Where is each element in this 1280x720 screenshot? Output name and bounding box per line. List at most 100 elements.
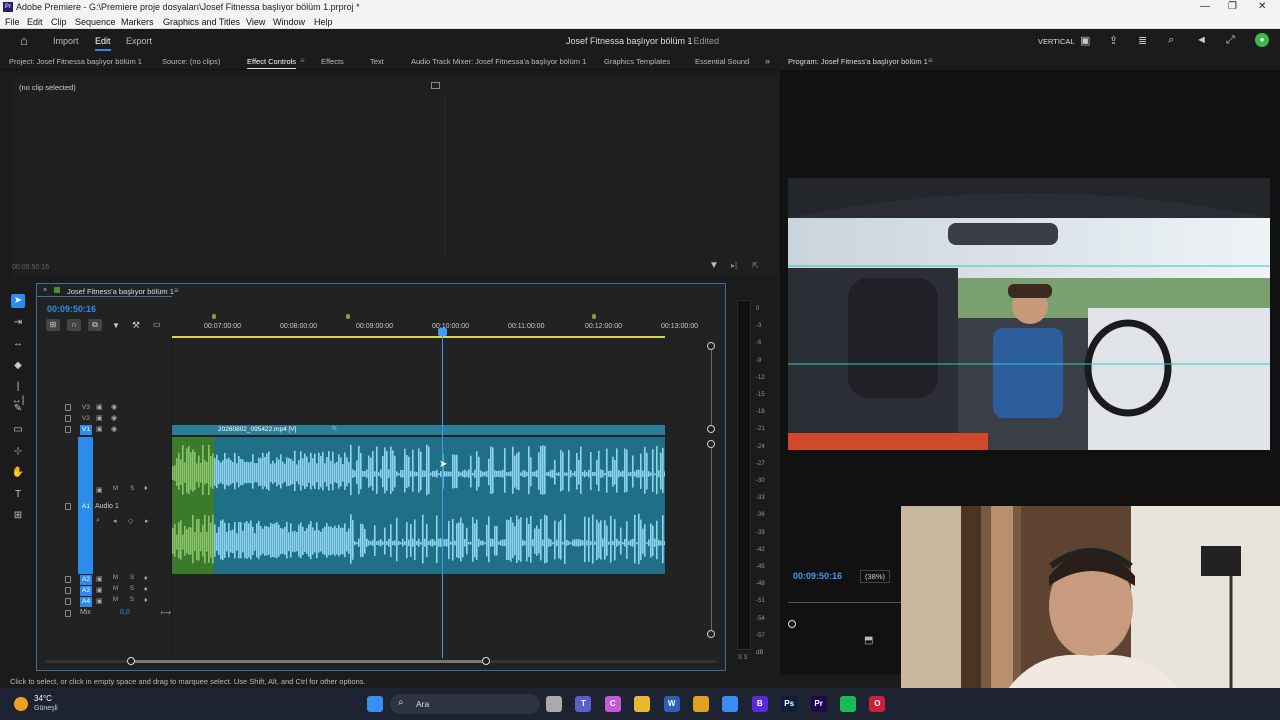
rectangle-tool-icon[interactable]: ▭: [11, 423, 25, 437]
scroll-handle[interactable]: [707, 342, 715, 350]
workspaces-icon[interactable]: ≣: [1138, 34, 1147, 47]
lock-icon[interactable]: [65, 610, 71, 617]
video-clip[interactable]: 20260802_095422.mp4 [V] fx: [172, 425, 665, 435]
lock-icon[interactable]: [65, 576, 71, 583]
hand-tool-icon[interactable]: ✋: [11, 466, 25, 480]
tab-graphics-templates[interactable]: Graphics Templates: [604, 57, 670, 66]
program-title[interactable]: Program: Josef Fitness'a başlıyor bölüm …: [788, 57, 928, 66]
menu-edit[interactable]: Edit: [27, 17, 43, 27]
zoom-select[interactable]: (38%): [860, 570, 891, 583]
tab-effects[interactable]: Effects: [321, 57, 344, 66]
restore-icon[interactable]: ❐: [1228, 1, 1237, 12]
fullscreen-icon[interactable]: ⤢: [1226, 34, 1235, 47]
nav-import[interactable]: Import: [53, 36, 79, 46]
scroll-handle[interactable]: [707, 440, 715, 448]
lock-icon[interactable]: [65, 426, 71, 433]
tab-essential-sound[interactable]: Essential Sound: [695, 57, 749, 66]
spotify-icon[interactable]: [840, 696, 856, 712]
lock-icon[interactable]: [65, 503, 71, 510]
track-label[interactable]: V1: [80, 425, 92, 435]
menu-markers[interactable]: Markers: [121, 17, 154, 27]
zoom-range[interactable]: [135, 660, 482, 663]
work-area-bar[interactable]: [172, 336, 665, 338]
menu-help[interactable]: Help: [314, 17, 333, 27]
track-select-tool-icon[interactable]: ⇥: [11, 316, 25, 330]
mix-value[interactable]: 0,0: [120, 609, 130, 616]
opera-icon[interactable]: O: [869, 696, 886, 712]
tab-source[interactable]: Source: (no clips): [162, 57, 220, 66]
nav-export[interactable]: Export: [126, 36, 152, 46]
add-marker-icon[interactable]: ▼: [112, 321, 120, 330]
settings-wrench-icon[interactable]: ⚒: [132, 320, 140, 331]
minimize-icon[interactable]: —: [1200, 1, 1210, 12]
solo-button[interactable]: S: [130, 586, 134, 592]
mute-button[interactable]: M: [113, 486, 118, 492]
playhead-handle[interactable]: [437, 328, 447, 336]
razor-tool-icon[interactable]: ◆: [11, 359, 25, 373]
lock-icon[interactable]: [65, 415, 71, 422]
type-tool-icon[interactable]: T: [11, 488, 25, 502]
selection-tool-icon[interactable]: ➤: [11, 294, 25, 308]
pan-tool-icon[interactable]: ⊹: [11, 445, 25, 459]
sync-icon[interactable]: ▣: [96, 403, 103, 411]
app-b-icon[interactable]: B: [751, 696, 768, 712]
sync-icon[interactable]: ▣: [96, 575, 103, 583]
file-explorer-icon[interactable]: [634, 696, 651, 712]
teams-icon[interactable]: T: [575, 696, 592, 712]
mute-button[interactable]: M: [113, 586, 118, 592]
layout-label[interactable]: VERTICAL: [1038, 37, 1075, 46]
eye-icon[interactable]: ◉: [111, 403, 117, 411]
mute-button[interactable]: M: [113, 575, 118, 581]
program-menu-icon[interactable]: ≡: [928, 56, 933, 65]
sequence-tab[interactable]: Josef Fitness'a başlıyor bölüm 1: [67, 287, 174, 296]
export-frame-icon[interactable]: ⇱: [752, 261, 759, 270]
tab-effect-controls[interactable]: Effect Controls: [247, 57, 297, 69]
more-tabs-icon[interactable]: »: [765, 56, 770, 66]
program-timecode[interactable]: 00:09:50:16: [793, 571, 842, 581]
home-icon[interactable]: ⌂: [20, 33, 28, 48]
share-icon[interactable]: ⇪: [1109, 34, 1118, 47]
microphone-icon[interactable]: ♦: [144, 586, 148, 593]
search-box[interactable]: ⌕ Ara: [390, 694, 540, 714]
audio-clip[interactable]: [172, 437, 666, 574]
search-icon[interactable]: ⌕: [1168, 34, 1174, 47]
solo-button[interactable]: S: [130, 575, 134, 581]
sync-icon[interactable]: ▣: [96, 486, 103, 494]
track-label[interactable]: A2: [80, 575, 92, 585]
store-icon[interactable]: [722, 696, 739, 712]
marker[interactable]: [592, 314, 596, 319]
ripple-edit-tool-icon[interactable]: ↔: [11, 337, 25, 351]
frame-icon[interactable]: ▣: [1080, 34, 1090, 47]
track-label[interactable]: V3: [80, 403, 92, 413]
marker[interactable]: [212, 314, 216, 319]
panel-menu-icon[interactable]: ≡: [300, 56, 305, 65]
scrubber-handle[interactable]: [788, 620, 796, 628]
eye-icon[interactable]: ◉: [111, 425, 117, 433]
solo-meter-buttons[interactable]: S S: [738, 655, 748, 661]
scroll-handle[interactable]: [707, 425, 715, 433]
sequence-menu-icon[interactable]: ≡: [174, 286, 179, 295]
weather-icon[interactable]: [14, 697, 28, 711]
filter-icon[interactable]: ▼: [709, 260, 719, 271]
zoom-handle-left[interactable]: [127, 657, 135, 665]
lock-icon[interactable]: [65, 598, 71, 605]
menu-window[interactable]: Window: [273, 17, 305, 27]
volume-icon[interactable]: ◄: [1196, 34, 1207, 46]
toggle-timeline-icon[interactable]: [431, 82, 440, 89]
weather-text[interactable]: Güneşli: [34, 705, 58, 712]
tab-audio-track-mixer[interactable]: Audio Track Mixer: Josef Fitnessa'a başl…: [411, 57, 586, 66]
caption-tool-icon[interactable]: ⊞: [11, 509, 25, 523]
playhead[interactable]: [437, 328, 447, 658]
microphone-icon[interactable]: ♦: [144, 485, 148, 492]
menu-file[interactable]: File: [5, 17, 20, 27]
sync-icon[interactable]: ▣: [96, 597, 103, 605]
play-only-icon[interactable]: ▸|: [731, 261, 737, 270]
keyframe-search-icon[interactable]: ⌕: [96, 517, 100, 525]
captions-icon[interactable]: ▭: [153, 320, 161, 329]
track-label[interactable]: A3: [80, 586, 92, 596]
menu-graphics-and-titles[interactable]: Graphics and Titles: [163, 17, 240, 27]
program-scrubber[interactable]: [788, 602, 908, 603]
close-sequence-icon[interactable]: ×: [43, 287, 47, 294]
pen-tool-icon[interactable]: ✎: [11, 402, 25, 416]
scroll-handle[interactable]: [707, 630, 715, 638]
